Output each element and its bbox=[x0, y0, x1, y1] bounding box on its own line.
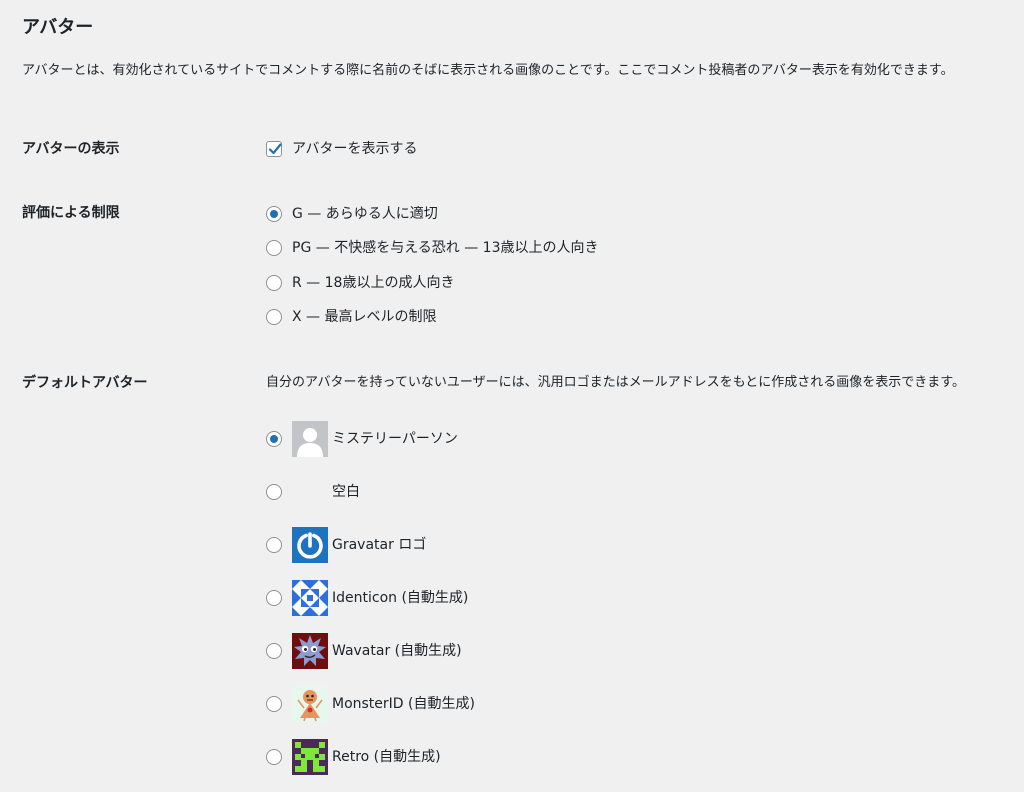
identicon-icon bbox=[292, 580, 328, 616]
rating-option-pg[interactable]: PG — 不快感を与える恐れ — 13歳以上の人向き bbox=[266, 237, 599, 259]
show-avatars-label: アバターの表示 bbox=[22, 141, 120, 157]
default-avatar-label: デフォルトアバター bbox=[22, 375, 148, 391]
rating-radio-g[interactable] bbox=[266, 206, 282, 222]
default-avatar-option-label: Identicon (自動生成) bbox=[332, 590, 469, 606]
rating-label: 評価による制限 bbox=[22, 205, 120, 221]
default-avatar-option-label: Retro (自動生成) bbox=[332, 749, 441, 765]
default-avatar-option-identicon[interactable]: Identicon (自動生成) bbox=[266, 580, 468, 616]
rating-option-label: G — あらゆる人に適切 bbox=[292, 206, 438, 222]
default-avatar-radio-monsterid[interactable] bbox=[266, 696, 282, 712]
show-avatars-option[interactable]: アバターを表示する bbox=[266, 138, 417, 160]
default-avatar-radio-identicon[interactable] bbox=[266, 590, 282, 606]
rating-option-label: X — 最高レベルの制限 bbox=[292, 309, 437, 325]
section-title: アバター bbox=[22, 17, 94, 38]
default-avatar-radio-blank[interactable] bbox=[266, 484, 282, 500]
retro-icon bbox=[292, 739, 328, 775]
rating-radio-r[interactable] bbox=[266, 275, 282, 291]
avatar-settings-page: アバター アバターとは、有効化されているサイトでコメントする際に名前のそばに表示… bbox=[0, 0, 1024, 792]
default-avatar-option-label: MonsterID (自動生成) bbox=[332, 696, 475, 712]
checkmark-icon bbox=[268, 143, 282, 155]
default-avatar-option-label: Wavatar (自動生成) bbox=[332, 643, 462, 659]
default-avatar-option-label: 空白 bbox=[332, 484, 360, 500]
gravatar-logo-icon bbox=[292, 527, 328, 563]
rating-option-g[interactable]: G — あらゆる人に適切 bbox=[266, 203, 438, 225]
default-avatar-option-blank[interactable]: 空白 bbox=[266, 474, 360, 510]
default-avatar-radio-wavatar[interactable] bbox=[266, 643, 282, 659]
rating-radio-x[interactable] bbox=[266, 309, 282, 325]
section-description: アバターとは、有効化されているサイトでコメントする際に名前のそばに表示される画像… bbox=[22, 63, 954, 78]
monsterid-icon bbox=[292, 686, 328, 722]
rating-radio-pg[interactable] bbox=[266, 240, 282, 256]
rating-option-r[interactable]: R — 18歳以上の成人向き bbox=[266, 272, 454, 294]
default-avatar-radio-gravatar[interactable] bbox=[266, 537, 282, 553]
show-avatars-checkbox-label: アバターを表示する bbox=[292, 141, 418, 157]
rating-option-x[interactable]: X — 最高レベルの制限 bbox=[266, 306, 437, 328]
default-avatar-option-wavatar[interactable]: Wavatar (自動生成) bbox=[266, 633, 462, 669]
default-avatar-option-retro[interactable]: Retro (自動生成) bbox=[266, 739, 441, 775]
default-avatar-option-label: Gravatar ロゴ bbox=[332, 537, 427, 553]
mystery-person-icon bbox=[292, 421, 328, 457]
default-avatar-option-mystery[interactable]: ミステリーパーソン bbox=[266, 421, 458, 457]
default-avatar-description: 自分のアバターを持っていないユーザーには、汎用ロゴまたはメールアドレスをもとに作… bbox=[266, 375, 966, 390]
default-avatar-option-label: ミステリーパーソン bbox=[332, 431, 458, 447]
default-avatar-radio-retro[interactable] bbox=[266, 749, 282, 765]
rating-option-label: PG — 不快感を与える恐れ — 13歳以上の人向き bbox=[292, 240, 599, 256]
default-avatar-option-monsterid[interactable]: MonsterID (自動生成) bbox=[266, 686, 475, 722]
rating-option-label: R — 18歳以上の成人向き bbox=[292, 275, 455, 291]
default-avatar-option-gravatar[interactable]: Gravatar ロゴ bbox=[266, 527, 426, 563]
blank-icon bbox=[292, 474, 328, 510]
show-avatars-checkbox[interactable] bbox=[266, 141, 282, 157]
default-avatar-radio-mystery[interactable] bbox=[266, 431, 282, 447]
wavatar-icon bbox=[292, 633, 328, 669]
